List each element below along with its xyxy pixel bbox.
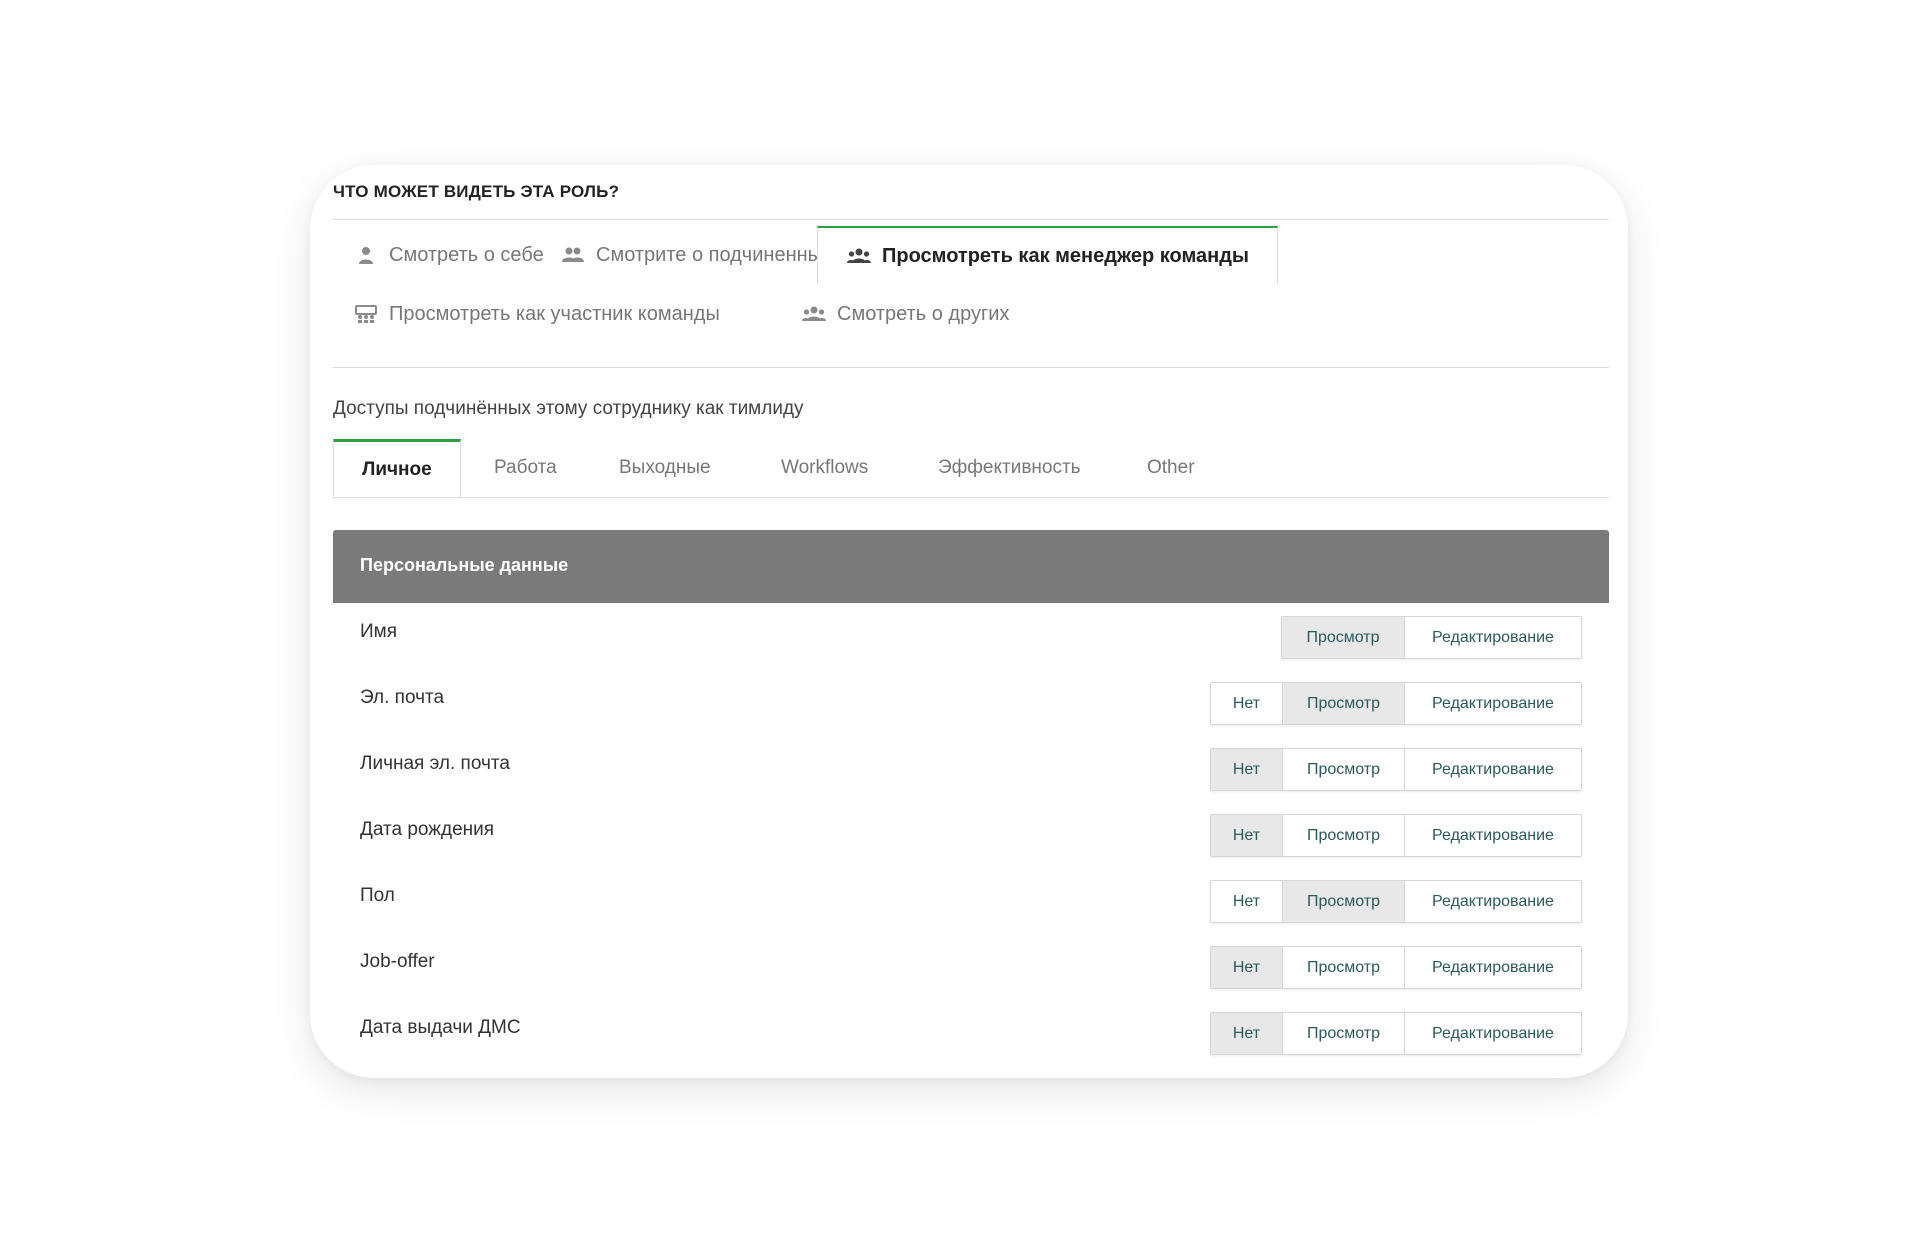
divider xyxy=(333,497,1609,498)
tab-personal[interactable]: Личное xyxy=(333,439,461,498)
divider xyxy=(333,367,1609,368)
tab-label: Смотреть о других xyxy=(837,302,1010,325)
option-none[interactable]: Нет xyxy=(1211,683,1282,724)
team-board-icon xyxy=(353,303,379,325)
option-none[interactable]: Нет xyxy=(1211,749,1282,790)
tab-label: Работа xyxy=(494,457,557,478)
tab-label: Просмотреть как менеджер команды xyxy=(882,244,1249,267)
tab-label: Other xyxy=(1147,457,1195,478)
permission-selector: Нет Просмотр Редактирование xyxy=(1210,880,1582,923)
divider xyxy=(333,219,1609,220)
field-label: Дата рождения xyxy=(360,819,495,840)
option-edit[interactable]: Редактирование xyxy=(1404,1013,1581,1054)
tab-work[interactable]: Работа xyxy=(494,439,557,497)
group-icon xyxy=(846,245,872,267)
option-view[interactable]: Просмотр xyxy=(1282,815,1404,856)
tab-days-off[interactable]: Выходные xyxy=(619,439,711,497)
section-title: ЧТО МОЖЕТ ВИДЕТЬ ЭТА РОЛЬ? xyxy=(333,182,620,201)
field-label: Job-offer xyxy=(360,951,435,972)
permissions-card: ЧТО МОЖЕТ ВИДЕТЬ ЭТА РОЛЬ? Смотреть о се… xyxy=(310,165,1628,1078)
field-label: Личная эл. почта xyxy=(360,753,510,774)
panel-header: Персональные данные xyxy=(333,530,1609,603)
field-label: Пол xyxy=(360,885,395,906)
option-view[interactable]: Просмотр xyxy=(1282,881,1404,922)
tab-efficiency[interactable]: Эффективность xyxy=(938,439,1081,497)
permissions-content: ЧТО МОЖЕТ ВИДЕТЬ ЭТА РОЛЬ? Смотреть о се… xyxy=(333,165,1609,1078)
tab-view-team-member[interactable]: Просмотреть как участник команды xyxy=(353,285,720,343)
option-none[interactable]: Нет xyxy=(1211,947,1282,988)
tab-view-others[interactable]: Смотреть о других xyxy=(801,285,1009,343)
option-none[interactable]: Нет xyxy=(1211,1013,1282,1054)
tab-label: Личное xyxy=(362,459,432,480)
option-edit[interactable]: Редактирование xyxy=(1404,815,1581,856)
option-none[interactable]: Нет xyxy=(1211,881,1282,922)
option-edit[interactable]: Редактирование xyxy=(1404,947,1581,988)
permission-selector: Нет Просмотр Редактирование xyxy=(1210,814,1582,857)
option-view[interactable]: Просмотр xyxy=(1282,749,1404,790)
permission-row: Эл. почта Нет Просмотр Редактирование xyxy=(333,669,1609,735)
permission-selector: Просмотр Редактирование xyxy=(1281,616,1582,659)
panel-title: Персональные данные xyxy=(360,555,569,575)
user-icon xyxy=(353,244,379,266)
tab-label: Выходные xyxy=(619,457,711,478)
permission-selector: Нет Просмотр Редактирование xyxy=(1210,682,1582,725)
tab-label: Эффективность xyxy=(938,457,1081,478)
permission-row: Job-offer Нет Просмотр Редактирование xyxy=(333,933,1609,999)
option-edit[interactable]: Редактирование xyxy=(1404,683,1581,724)
option-view[interactable]: Просмотр xyxy=(1282,683,1404,724)
tab-view-subordinates[interactable]: Смотрите о подчиненных xyxy=(560,226,832,284)
option-edit[interactable]: Редактирование xyxy=(1404,881,1581,922)
tab-view-team-manager[interactable]: Просмотреть как менеджер команды xyxy=(817,226,1278,284)
option-view[interactable]: Просмотр xyxy=(1282,1013,1404,1054)
field-label: Дата выдачи ДМС xyxy=(360,1017,521,1038)
tab-label: Workflows xyxy=(781,457,869,478)
permission-selector: Нет Просмотр Редактирование xyxy=(1210,748,1582,791)
field-label: Эл. почта xyxy=(360,687,445,708)
tab-label: Просмотреть как участник команды xyxy=(389,302,720,325)
permission-row: Дата выдачи ДМС Нет Просмотр Редактирова… xyxy=(333,999,1609,1065)
tab-view-self[interactable]: Смотреть о себе xyxy=(353,226,544,284)
option-none[interactable]: Нет xyxy=(1211,815,1282,856)
permission-row: Личная эл. почта Нет Просмотр Редактиров… xyxy=(333,735,1609,801)
users-icon xyxy=(560,244,586,266)
group-icon xyxy=(801,303,827,325)
permission-row: Имя Просмотр Редактирование xyxy=(333,603,1609,669)
permission-selector: Нет Просмотр Редактирование xyxy=(1210,1012,1582,1055)
tab-label: Смотрите о подчиненных xyxy=(596,243,833,266)
tab-workflows[interactable]: Workflows xyxy=(781,439,868,497)
field-label: Имя xyxy=(360,621,398,642)
subordinates-description: Доступы подчинённых этому сотруднику как… xyxy=(333,398,804,419)
tab-label: Смотреть о себе xyxy=(389,243,544,266)
option-edit[interactable]: Редактирование xyxy=(1404,617,1581,658)
option-view[interactable]: Просмотр xyxy=(1282,947,1404,988)
permission-row: Пол Нет Просмотр Редактирование xyxy=(333,867,1609,933)
permission-row: Дата рождения Нет Просмотр Редактировани… xyxy=(333,801,1609,867)
tab-other[interactable]: Other xyxy=(1147,439,1195,497)
option-edit[interactable]: Редактирование xyxy=(1404,749,1581,790)
permission-selector: Нет Просмотр Редактирование xyxy=(1210,946,1582,989)
option-view[interactable]: Просмотр xyxy=(1282,617,1404,658)
